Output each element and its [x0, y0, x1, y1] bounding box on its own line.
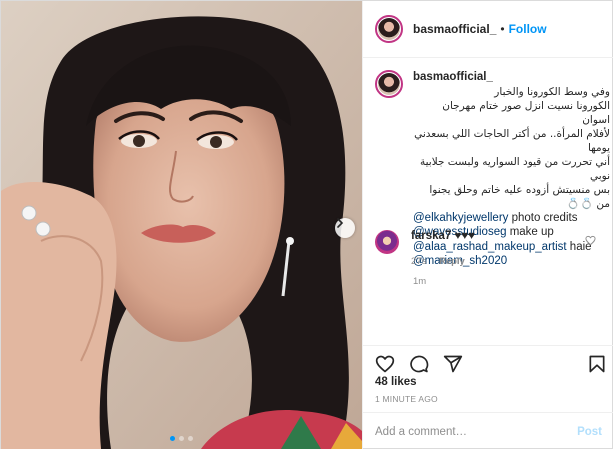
- mention-link[interactable]: @elkahkyjewellery: [413, 212, 508, 224]
- caption-line-5: بس منسيتش أزوده عليه خاتم وحلق يجنوا من …: [429, 183, 610, 210]
- heart-outline-icon: [585, 235, 596, 246]
- comments-section[interactable]: basmaofficial_ وفي وسط الكورونا والخبار …: [363, 58, 613, 345]
- share-icon: [443, 355, 463, 373]
- header-username[interactable]: basmaofficial_: [413, 22, 496, 36]
- heart-icon: [375, 355, 395, 373]
- add-comment-bar: Post: [363, 412, 613, 449]
- caption-timestamp: 1m: [413, 275, 427, 287]
- commenter-username[interactable]: farska7: [411, 230, 451, 242]
- comment-button[interactable]: [409, 354, 429, 374]
- portrait-illustration: [1, 1, 362, 449]
- post-header: basmaofficial_ • Follow: [363, 1, 613, 58]
- bookmark-icon: [589, 355, 605, 373]
- carousel-dot-2: [179, 436, 184, 441]
- credit-text: photo credits: [508, 211, 578, 224]
- like-button[interactable]: [375, 354, 395, 374]
- instagram-post: basmaofficial_ • Follow basmaofficial_ و…: [0, 0, 613, 449]
- reply-button[interactable]: Reply: [439, 256, 465, 267]
- action-bar: [375, 352, 607, 376]
- caption-line-4: أني تحررت من قيود السواريه ولبست جلابية …: [419, 155, 610, 182]
- comment-icon: [410, 355, 429, 373]
- caption-line-1: وفي وسط الكورونا والخبار: [494, 85, 610, 98]
- chevron-right-icon: [337, 218, 344, 228]
- caption-avatar[interactable]: [375, 70, 403, 98]
- carousel-dot-3: [188, 436, 193, 441]
- actions-section: 48 likes 1 MINUTE AGO Post: [363, 345, 613, 449]
- post-comment-button[interactable]: Post: [577, 426, 602, 438]
- next-image-button[interactable]: [335, 218, 355, 238]
- comment-like-button[interactable]: [585, 235, 596, 249]
- carousel-indicator: [1, 436, 362, 441]
- comment-item: farska7 ♥♥♥ 27s Reply: [375, 230, 610, 267]
- comment-meta: 27s Reply: [411, 256, 610, 267]
- save-button[interactable]: [587, 354, 607, 374]
- avatar[interactable]: [375, 15, 403, 43]
- comment-content: ♥♥♥: [451, 230, 475, 242]
- caption-username[interactable]: basmaofficial_: [413, 71, 493, 83]
- post-details: basmaofficial_ • Follow basmaofficial_ و…: [362, 1, 613, 449]
- caption-arabic: وفي وسط الكورونا والخبار الكورونا نسيت ا…: [413, 85, 610, 211]
- share-button[interactable]: [443, 354, 463, 374]
- comment-input[interactable]: [375, 425, 578, 438]
- caption-line-3: لأفلام المرأة.. من أكتر الحاجات اللي بسع…: [414, 127, 610, 154]
- follow-button[interactable]: Follow: [509, 22, 547, 36]
- comment-body: farska7 ♥♥♥ 27s Reply: [411, 230, 610, 267]
- comment-text: farska7 ♥♥♥: [411, 230, 610, 242]
- likes-count[interactable]: 48 likes: [375, 376, 417, 388]
- carousel-dot-1: [170, 436, 175, 441]
- caption-line-2: الكورونا نسيت انزل صور ختام مهرجان اسوان: [442, 99, 610, 126]
- commenter-avatar[interactable]: [375, 230, 399, 254]
- post-image[interactable]: [1, 1, 362, 449]
- comment-timestamp: 27s: [411, 256, 427, 267]
- post-timestamp: 1 MINUTE AGO: [375, 394, 438, 404]
- separator: •: [500, 22, 505, 36]
